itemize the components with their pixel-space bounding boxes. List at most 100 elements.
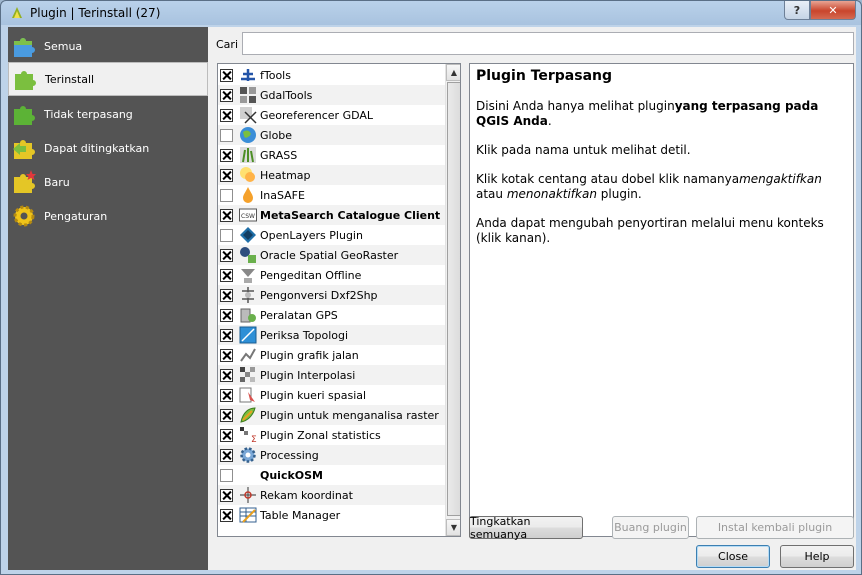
sidebar: Semua Terinstall Tidak terpasang Dapat d… — [8, 27, 208, 570]
road-graph-icon — [240, 348, 256, 362]
plugin-checkbox[interactable] — [220, 68, 233, 82]
sidebar-item-pengaturan[interactable]: Pengaturan — [8, 199, 208, 233]
info-heading: Plugin Terpasang — [476, 68, 613, 84]
plugin-name: Plugin Interpolasi — [260, 368, 356, 382]
sidebar-item-baru[interactable]: Baru — [8, 165, 208, 199]
list-item[interactable]: Plugin untuk menganalisa raster — [218, 405, 445, 425]
plugin-checkbox[interactable] — [220, 388, 233, 402]
plugin-checkbox[interactable] — [220, 428, 233, 442]
list-item[interactable]: GdalTools — [218, 85, 445, 105]
info-paragraph: Klik pada nama untuk melihat detil. — [476, 143, 691, 157]
oracle-georaster-icon — [240, 247, 256, 263]
list-item[interactable]: Pengonversi Dxf2Shp — [218, 285, 445, 305]
plugin-checkbox[interactable] — [220, 408, 233, 422]
list-item[interactable]: Rekam koordinat — [218, 485, 445, 505]
list-item[interactable]: Pengeditan Offline — [218, 265, 445, 285]
sidebar-item-semua[interactable]: Semua — [8, 29, 208, 63]
help-button[interactable]: Help — [780, 545, 854, 568]
plugin-checkbox[interactable] — [220, 268, 233, 282]
list-item[interactable]: Plugin grafik jalan — [218, 345, 445, 365]
search-label: Cari — [216, 38, 238, 51]
openlayers-icon — [240, 227, 256, 243]
plugin-checkbox[interactable] — [220, 468, 233, 482]
info-paragraph: Disini Anda hanya melihat pluginyang ter… — [476, 99, 847, 129]
plugin-checkbox[interactable] — [220, 148, 233, 162]
plugin-checkbox[interactable] — [220, 188, 233, 202]
plugin-checkbox[interactable] — [220, 228, 233, 242]
scroll-up-arrow-icon[interactable]: ▲ — [446, 64, 460, 81]
georeferencer-icon — [240, 107, 257, 124]
plugin-checkbox[interactable] — [220, 208, 233, 222]
list-item[interactable]: Processing — [218, 445, 445, 465]
close-button[interactable]: Close — [696, 545, 770, 568]
info-text: . — [547, 114, 552, 128]
plugin-checkbox[interactable] — [220, 328, 233, 342]
sidebar-item-label: Semua — [44, 39, 83, 53]
plugin-name: Plugin untuk menganalisa raster — [260, 408, 439, 422]
plugin-checkbox[interactable] — [220, 248, 233, 262]
plugin-name: Plugin kueri spasial — [260, 388, 367, 402]
gear-settings-icon — [13, 205, 35, 227]
plugin-info-panel: Plugin Terpasang Disini Anda hanya melih… — [469, 63, 854, 537]
sidebar-item-tidak-terpasang[interactable]: Tidak terpasang — [8, 97, 208, 131]
uninstall-plugin-button[interactable]: Buang plugin — [612, 516, 689, 539]
plugin-checkbox[interactable] — [220, 488, 233, 502]
list-item[interactable]: GRASS — [218, 145, 445, 165]
list-item[interactable]: Periksa Topologi — [218, 325, 445, 345]
plugin-checkbox[interactable] — [220, 348, 233, 362]
puzzle-not-installed-icon — [14, 106, 35, 125]
upgrade-all-button[interactable]: Tingkatkan semuanya — [469, 515, 583, 541]
sidebar-item-label: Dapat ditingkatkan — [44, 141, 150, 155]
plugin-checkbox[interactable] — [220, 368, 233, 382]
list-item[interactable]: Table Manager — [218, 505, 445, 525]
list-item[interactable]: Peralatan GPS — [218, 305, 445, 325]
gps-tools-icon — [240, 308, 256, 323]
scrollbar-thumb[interactable] — [447, 82, 460, 516]
plugin-checkbox[interactable] — [220, 108, 233, 122]
plugin-name: MetaSearch Catalogue Client — [260, 208, 441, 222]
list-item[interactable]: Globe — [218, 125, 445, 145]
plugin-list: fTools GdalTools Georeferencer GDAL Glob… — [217, 63, 461, 537]
plugin-checkbox[interactable] — [220, 448, 233, 462]
info-text: atau — [476, 187, 507, 201]
table-manager-icon — [239, 507, 257, 523]
plugin-name: Pengonversi Dxf2Shp — [260, 288, 378, 302]
raster-terrain-icon — [240, 407, 256, 423]
list-item[interactable]: fTools — [218, 65, 445, 85]
plugin-list-scrollbar[interactable]: ▲ ▼ — [445, 64, 460, 536]
plugin-checkbox[interactable] — [220, 168, 233, 182]
plugin-checkbox[interactable] — [220, 508, 233, 522]
puzzle-upgradeable-icon — [13, 140, 35, 159]
sidebar-item-dapat-ditingkatkan[interactable]: Dapat ditingkatkan — [8, 131, 208, 165]
sidebar-item-label: Terinstall — [45, 72, 95, 86]
title-close-button[interactable]: ✕ — [810, 1, 856, 20]
list-item[interactable]: QuickOSM — [218, 465, 445, 485]
title-help-button[interactable]: ? — [784, 1, 810, 20]
plugin-name: Table Manager — [260, 508, 341, 522]
reinstall-plugin-button[interactable]: Instal kembali plugin — [696, 516, 854, 539]
list-item[interactable]: Σ Plugin Zonal statistics — [218, 425, 445, 445]
list-item[interactable]: Heatmap — [218, 165, 445, 185]
list-item[interactable]: Georeferencer GDAL — [218, 105, 445, 125]
list-item[interactable]: OpenLayers Plugin — [218, 225, 445, 245]
list-item[interactable]: CSW MetaSearch Catalogue Client — [218, 205, 445, 225]
plugin-name: Plugin Zonal statistics — [260, 428, 381, 442]
plugin-checkbox[interactable] — [220, 88, 233, 102]
search-input[interactable] — [242, 32, 854, 55]
list-item[interactable]: Oracle Spatial GeoRaster — [218, 245, 445, 265]
ftools-icon — [241, 69, 255, 81]
plugin-name: fTools — [260, 68, 291, 82]
list-item[interactable]: Plugin Interpolasi — [218, 365, 445, 385]
info-italic-text: mengaktifkan — [739, 172, 822, 186]
list-item[interactable]: Plugin kueri spasial — [218, 385, 445, 405]
plugin-checkbox[interactable] — [220, 308, 233, 322]
list-item[interactable]: InaSAFE — [218, 185, 445, 205]
plugin-checkbox[interactable] — [220, 128, 233, 142]
plugin-checkbox[interactable] — [220, 288, 233, 302]
scroll-down-arrow-icon[interactable]: ▼ — [446, 519, 460, 536]
title-bar[interactable]: Plugin | Terinstall (27) — [1, 1, 861, 25]
plugin-name: Plugin grafik jalan — [260, 348, 359, 362]
plugin-name: OpenLayers Plugin — [260, 228, 363, 242]
sidebar-item-terinstall[interactable]: Terinstall — [8, 62, 208, 96]
plugin-manager-window: Plugin | Terinstall (27) ? ✕ Semua Terin… — [0, 0, 862, 575]
